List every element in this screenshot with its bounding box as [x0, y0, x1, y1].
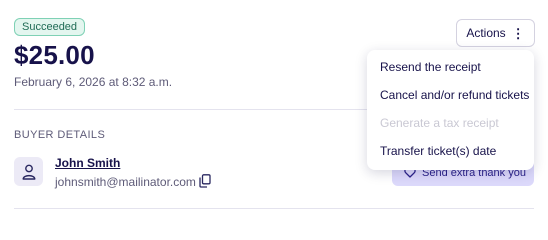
menu-item-cancel-refund[interactable]: Cancel and/or refund tickets	[367, 81, 534, 109]
actions-button-label: Actions	[466, 26, 506, 40]
order-amount: $25.00	[14, 40, 95, 70]
order-date: February 6, 2026 at 8:32 a.m.	[14, 75, 173, 89]
buyer-name-link[interactable]: John Smith	[55, 156, 120, 170]
menu-item-generate-tax-receipt: Generate a tax receipt	[380, 116, 499, 130]
actions-button[interactable]: Actions ⋮	[456, 19, 535, 47]
avatar	[14, 157, 43, 186]
status-badge: Succeeded	[14, 18, 86, 36]
menu-item-transfer-date[interactable]: Transfer ticket(s) date	[367, 137, 534, 165]
person-icon	[22, 164, 35, 180]
vertical-ellipsis-icon: ⋮	[511, 25, 525, 41]
section-title-buyer-details: BUYER DETAILS	[14, 129, 106, 141]
menu-item-resend-receipt[interactable]: Resend the receipt	[367, 53, 534, 81]
actions-dropdown-menu: Resend the receipt Cancel and/or refund …	[367, 50, 534, 170]
divider-bottom	[14, 208, 534, 209]
copy-icon[interactable]	[199, 174, 211, 188]
buyer-email: johnsmith@mailinator.com	[55, 175, 196, 189]
